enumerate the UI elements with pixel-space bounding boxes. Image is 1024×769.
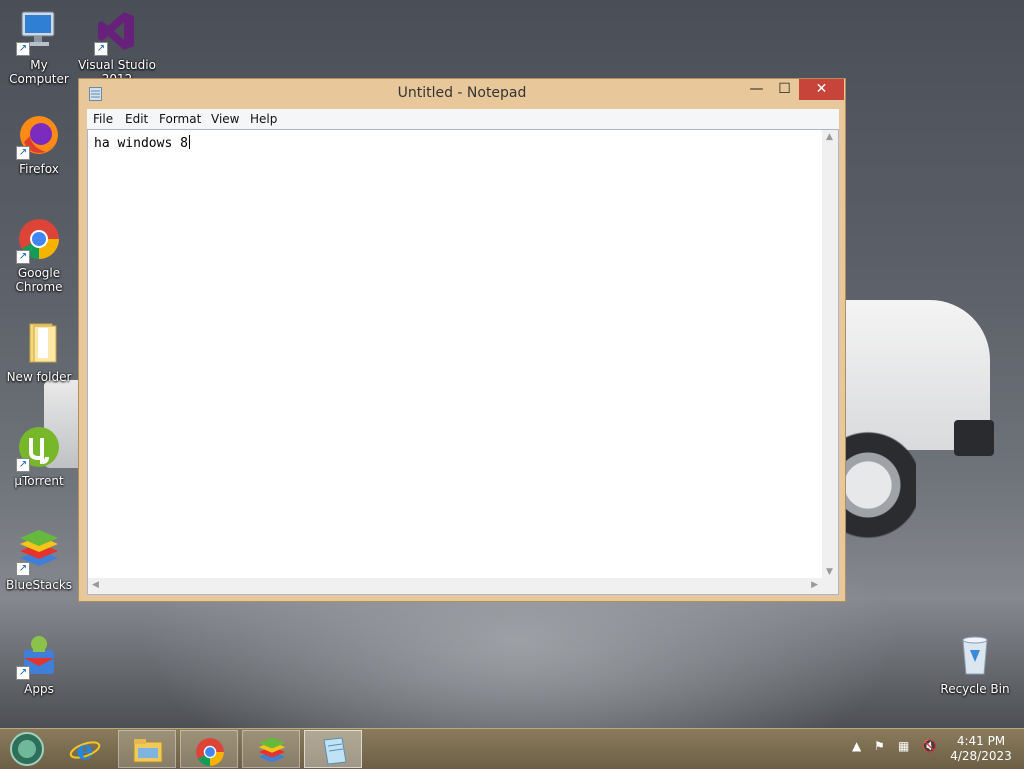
desktop-icon-bluestacks[interactable]: ↗ BlueStacks: [0, 528, 78, 592]
menu-edit[interactable]: Edit: [125, 112, 148, 126]
recycle-bin-icon: [962, 636, 988, 675]
desktop-icon-chrome[interactable]: ↗ Google Chrome: [0, 216, 78, 294]
volume-muted-icon[interactable]: 🔇: [922, 739, 937, 753]
clock[interactable]: 4:41 PM 4/28/2023: [946, 734, 1016, 764]
minimize-icon: —: [749, 81, 764, 97]
shortcut-arrow-icon: ↗: [16, 42, 30, 56]
size-grip[interactable]: [822, 578, 838, 594]
title-bar[interactable]: Untitled - Notepad — ☐ ✕: [79, 79, 845, 109]
desktop-icon-apps[interactable]: ↗ Apps: [0, 632, 78, 696]
scroll-up-arrow-icon[interactable]: ▲: [826, 132, 833, 142]
close-button[interactable]: ✕: [799, 79, 844, 100]
clock-date: 4/28/2023: [950, 749, 1012, 763]
desktop-icon-label: My Computer: [9, 58, 69, 86]
desktop-icon-label: Google Chrome: [15, 266, 63, 294]
taskbar-chrome[interactable]: [180, 730, 238, 768]
taskbar-bluestacks[interactable]: [242, 730, 300, 768]
shortcut-arrow-icon: ↗: [16, 562, 30, 576]
editor-text-line: ha windows 8: [94, 135, 190, 151]
desktop-icon-label: µTorrent: [14, 474, 64, 488]
shortcut-arrow-icon: ↗: [16, 250, 30, 264]
action-center-flag-icon[interactable]: ⚑: [874, 739, 885, 753]
shortcut-arrow-icon: ↗: [16, 146, 30, 160]
desktop-icon-label: Visual Studio 2012: [78, 58, 156, 78]
menu-help[interactable]: Help: [250, 112, 277, 126]
menu-bar: File Edit Format View Help: [87, 109, 839, 129]
taskbar: e ▲ ⚑ ▦ 🔇 4:41 PM 4/28/2023: [0, 728, 1024, 769]
close-icon: ✕: [815, 81, 828, 97]
taskbar-internet-explorer[interactable]: e: [56, 730, 114, 768]
shortcut-arrow-icon: ↗: [94, 42, 108, 56]
notepad-window: Untitled - Notepad — ☐ ✕ File Edit Forma…: [78, 78, 846, 602]
horizontal-scrollbar[interactable]: ◀ ▶: [88, 578, 822, 594]
network-icon[interactable]: ▦: [898, 739, 909, 753]
desktop-icon-firefox[interactable]: ↗ Firefox: [0, 112, 78, 176]
text-editor[interactable]: ha windows 8 ▲ ▼ ◀ ▶: [87, 129, 839, 595]
desktop-icon-label: BlueStacks: [5, 578, 73, 592]
desktop-icon-recycle-bin[interactable]: Recycle Bin: [936, 632, 1014, 696]
scroll-right-arrow-icon[interactable]: ▶: [811, 580, 818, 590]
scroll-down-arrow-icon[interactable]: ▼: [826, 567, 833, 577]
internet-explorer-icon: e: [69, 736, 101, 765]
shortcut-arrow-icon: ↗: [16, 666, 30, 680]
menu-file[interactable]: File: [93, 112, 113, 126]
bluestacks-icon: [258, 737, 286, 763]
svg-text:e: e: [77, 736, 94, 765]
desktop-icon-utorrent[interactable]: ↗ µTorrent: [0, 424, 78, 488]
chrome-icon: [196, 738, 224, 766]
menu-view[interactable]: View: [211, 112, 239, 126]
editor-content: ha windows 8: [94, 136, 188, 151]
windows-orb-icon: [10, 732, 44, 766]
vertical-scrollbar[interactable]: ▲ ▼: [822, 130, 838, 579]
taskbar-file-explorer[interactable]: [118, 730, 176, 768]
desktop-icon-new-folder[interactable]: New folder: [0, 320, 78, 384]
desktop-icon-label: Apps: [24, 682, 54, 696]
shortcut-arrow-icon: ↗: [16, 458, 30, 472]
desktop: ↗ My Computer ↗ Visual Studio 2012 ↗ Fir…: [0, 0, 1024, 728]
desktop-icon-my-computer[interactable]: ↗ My Computer: [0, 8, 78, 86]
text-caret: [188, 135, 190, 149]
wallpaper-car-bumper: [954, 420, 994, 456]
clock-time: 4:41 PM: [956, 734, 1006, 748]
maximize-button[interactable]: ☐: [771, 81, 798, 103]
show-hidden-icons-icon[interactable]: ▲: [852, 739, 861, 753]
menu-format[interactable]: Format: [159, 112, 201, 126]
taskbar-notepad[interactable]: [304, 730, 362, 768]
notepad-icon: [323, 737, 347, 765]
desktop-icon-label: New folder: [6, 370, 72, 384]
scroll-left-arrow-icon[interactable]: ◀: [92, 580, 99, 590]
minimize-button[interactable]: —: [743, 81, 770, 103]
start-button[interactable]: [2, 730, 54, 768]
desktop-icon-label: Recycle Bin: [940, 682, 1010, 696]
maximize-icon: ☐: [778, 81, 791, 97]
desktop-icon-visual-studio[interactable]: ↗ Visual Studio 2012: [78, 8, 156, 78]
file-explorer-icon: [133, 739, 163, 763]
desktop-icon-label: Firefox: [19, 162, 59, 176]
folder-icon: [29, 323, 57, 363]
window-title: Untitled - Notepad: [397, 85, 527, 101]
